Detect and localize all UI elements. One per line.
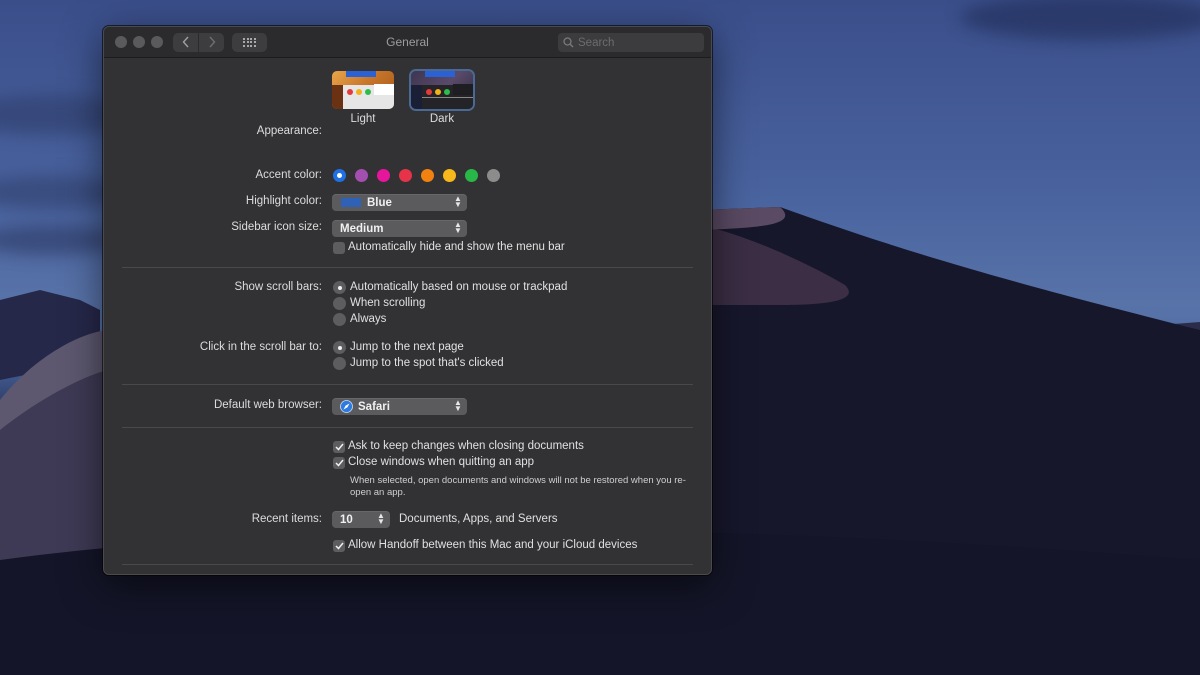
forward-button[interactable] (199, 32, 224, 52)
appearance-light-option[interactable] (332, 71, 394, 109)
close-windows-note: When selected, open documents and window… (350, 475, 686, 498)
recent-items-value: 10 (340, 513, 353, 526)
highlight-color-value: Blue (367, 196, 392, 209)
handoff-checkbox[interactable] (333, 540, 345, 552)
default-browser-popup[interactable]: Safari ▲ ▼ (332, 398, 467, 415)
menubar-autohide-label: Automatically hide and show the menu bar (348, 241, 565, 253)
handoff-label: Allow Handoff between this Mac and your … (348, 539, 638, 551)
accent-color-blue[interactable] (333, 169, 346, 182)
divider (122, 384, 693, 385)
minimize-window-button[interactable] (133, 36, 145, 48)
accent-color-graphite[interactable] (487, 169, 500, 182)
scroll-click-spot-radio[interactable] (333, 357, 346, 370)
titlebar: General (104, 27, 711, 58)
safari-compass-icon (340, 400, 353, 413)
show-all-grid-icon (243, 37, 256, 47)
sidebar-icon-size-value: Medium (340, 222, 384, 235)
scroll-click-label: Click in the scroll bar to: (199, 341, 322, 353)
search-input[interactable] (578, 36, 698, 49)
scroll-click-next-page-radio[interactable] (333, 341, 346, 354)
search-field[interactable] (558, 33, 704, 52)
highlight-color-chip (341, 198, 361, 207)
recent-items-suffix: Documents, Apps, and Servers (399, 513, 558, 525)
accent-color-orange[interactable] (421, 169, 434, 182)
window-controls (115, 36, 163, 48)
accent-color-pink[interactable] (377, 169, 390, 182)
chevron-right-icon (208, 36, 215, 48)
scroll-bars-when-scrolling-label: When scrolling (350, 297, 426, 309)
scroll-bars-always-label: Always (350, 313, 387, 325)
sidebar-icon-size-popup[interactable]: Medium ▲ ▼ (332, 220, 467, 237)
checkmark-icon (334, 542, 344, 550)
ask-keep-changes-label: Ask to keep changes when closing documen… (348, 440, 584, 452)
recent-items-popup[interactable]: 10 ▲ ▼ (332, 511, 390, 528)
divider (122, 427, 693, 428)
checkmark-icon (334, 459, 344, 467)
default-browser-value: Safari (358, 400, 390, 413)
general-pane: Appearance: Light Dark Accent color: Hig… (104, 58, 711, 574)
accent-color-green[interactable] (465, 169, 478, 182)
appearance-dark-option[interactable] (411, 71, 473, 109)
scroll-bars-automatic-label: Automatically based on mouse or trackpad (350, 281, 568, 293)
scroll-click-spot-label: Jump to the spot that's clicked (350, 357, 504, 369)
accent-color-label: Accent color: (255, 169, 322, 181)
default-browser-label: Default web browser: (213, 399, 322, 411)
show-scroll-bars-label: Show scroll bars: (234, 281, 322, 293)
chevron-left-icon (182, 36, 189, 48)
accent-color-red[interactable] (399, 169, 412, 182)
navigation-buttons (173, 32, 224, 52)
highlight-color-label: Highlight color: (245, 195, 322, 207)
close-windows-checkbox[interactable] (333, 457, 345, 469)
back-button[interactable] (173, 32, 198, 52)
up-down-chevron-icon: ▲ ▼ (377, 511, 385, 526)
checkmark-icon (334, 443, 344, 451)
up-down-chevron-icon: ▲ ▼ (454, 194, 462, 209)
scroll-bars-when-scrolling-radio[interactable] (333, 297, 346, 310)
zoom-window-button[interactable] (151, 36, 163, 48)
scroll-bars-automatic-radio[interactable] (333, 281, 346, 294)
scroll-bars-always-radio[interactable] (333, 313, 346, 326)
appearance-light-label: Light (350, 113, 376, 125)
close-windows-label: Close windows when quitting an app (348, 456, 535, 468)
up-down-chevron-icon: ▲ ▼ (454, 398, 462, 413)
menubar-autohide-checkbox[interactable] (333, 242, 345, 254)
system-preferences-window: General Appearance: Light (103, 26, 712, 575)
highlight-color-popup[interactable]: Blue ▲ ▼ (332, 194, 467, 211)
ask-keep-changes-checkbox[interactable] (333, 441, 345, 453)
close-window-button[interactable] (115, 36, 127, 48)
accent-color-purple[interactable] (355, 169, 368, 182)
show-all-button[interactable] (232, 32, 267, 52)
sidebar-icon-size-label: Sidebar icon size: (231, 221, 322, 233)
accent-color-yellow[interactable] (443, 169, 456, 182)
appearance-dark-label: Dark (429, 113, 455, 125)
divider (122, 564, 693, 565)
search-icon (563, 37, 574, 48)
up-down-chevron-icon: ▲ ▼ (454, 220, 462, 235)
divider (122, 267, 693, 268)
scroll-click-next-page-label: Jump to the next page (350, 341, 464, 353)
recent-items-label: Recent items: (251, 513, 322, 525)
appearance-label: Appearance: (256, 125, 322, 137)
